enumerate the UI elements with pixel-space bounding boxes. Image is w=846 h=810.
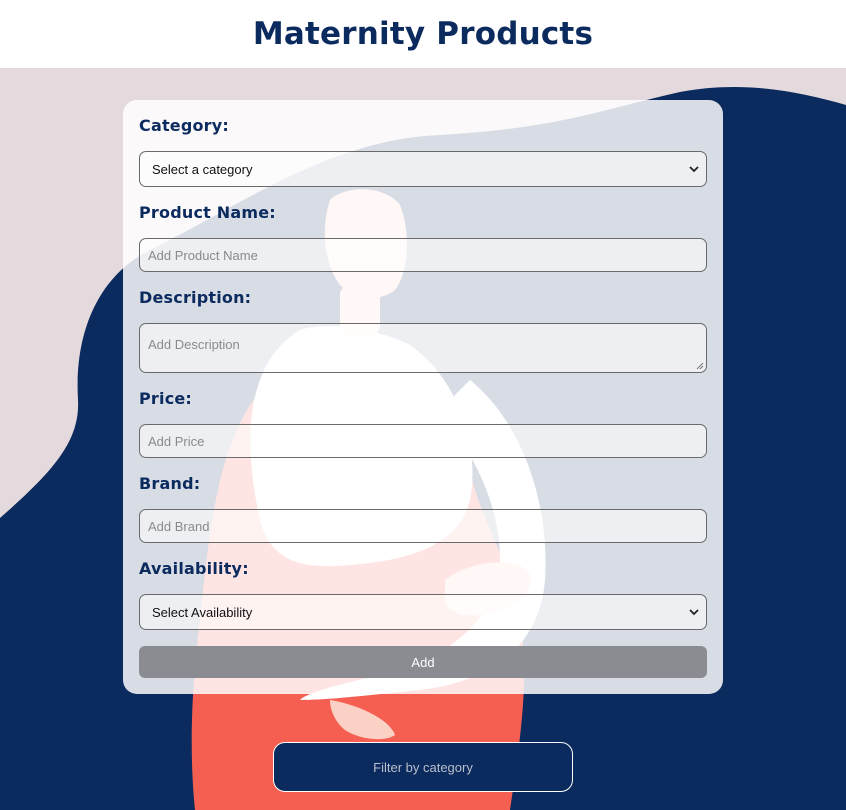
- brand-placeholder: Add Brand: [148, 518, 210, 534]
- price-label: Price:: [139, 389, 193, 408]
- add-button[interactable]: Add: [139, 646, 707, 678]
- brand-label: Brand:: [139, 474, 201, 493]
- category-select-value: Select a category: [152, 161, 253, 177]
- product-name-placeholder: Add Product Name: [148, 247, 258, 263]
- chevron-down-icon: [689, 166, 699, 173]
- product-name-label: Product Name:: [139, 203, 276, 222]
- page-header: Maternity Products: [0, 0, 846, 68]
- resize-grip-icon[interactable]: [696, 362, 704, 370]
- description-placeholder: Add Description: [148, 337, 240, 352]
- availability-label: Availability:: [139, 559, 249, 578]
- availability-select[interactable]: Select Availability: [139, 594, 707, 630]
- category-label: Category:: [139, 116, 230, 135]
- filter-by-category-button[interactable]: Filter by category: [273, 742, 573, 792]
- add-product-form: Category: Select a category Product Name…: [123, 100, 723, 694]
- brand-input[interactable]: Add Brand: [139, 509, 707, 543]
- chevron-down-icon: [689, 609, 699, 616]
- price-input[interactable]: Add Price: [139, 424, 707, 458]
- price-placeholder: Add Price: [148, 433, 205, 449]
- description-label: Description:: [139, 288, 252, 307]
- category-select[interactable]: Select a category: [139, 151, 707, 187]
- availability-select-value: Select Availability: [152, 604, 253, 620]
- page-title: Maternity Products: [252, 16, 594, 52]
- description-textarea[interactable]: Add Description: [139, 323, 707, 373]
- product-name-input[interactable]: Add Product Name: [139, 238, 707, 272]
